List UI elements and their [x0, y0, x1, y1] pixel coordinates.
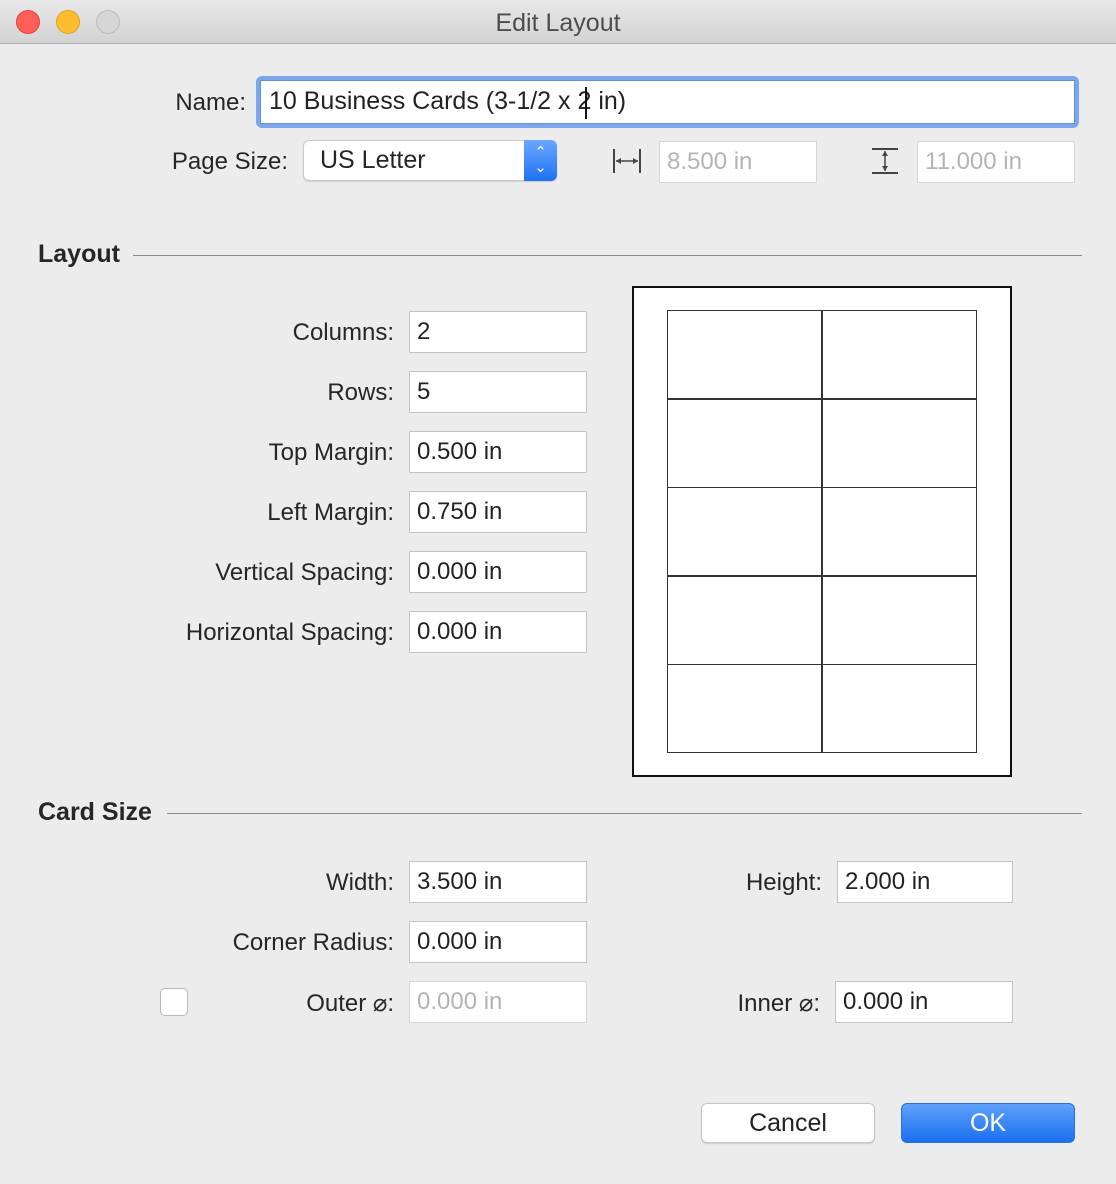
- preview-card: [667, 399, 822, 488]
- columns-input[interactable]: 2: [409, 311, 587, 353]
- outer-diameter-checkbox[interactable]: [160, 988, 188, 1016]
- card-size-section-title: Card Size: [38, 798, 152, 826]
- card-width-input[interactable]: 3.500 in: [409, 861, 587, 903]
- layout-section-divider: [133, 255, 1082, 256]
- updown-chevron-icon: ⌃ ⌄: [524, 140, 557, 181]
- vertical-dimension-icon: [872, 148, 898, 174]
- rows-label: Rows:: [327, 379, 394, 406]
- outer-diameter-input: 0.000 in: [409, 981, 587, 1023]
- card-height-input[interactable]: 2.000 in: [837, 861, 1013, 903]
- left-margin-input[interactable]: 0.750 in: [409, 491, 587, 533]
- height-label: Height:: [745, 869, 822, 896]
- name-input-value: 10 Business Cards (3-1/2 x 2 in): [269, 87, 627, 115]
- inner-diameter-label: Inner ⌀:: [737, 990, 821, 1017]
- rows-input[interactable]: 5: [409, 371, 587, 413]
- columns-label: Columns:: [292, 319, 394, 346]
- top-margin-label: Top Margin:: [268, 439, 394, 466]
- preview-card: [822, 664, 977, 753]
- outer-diameter-label: Outer ⌀:: [306, 990, 394, 1017]
- inner-diameter-input[interactable]: 0.000 in: [835, 981, 1013, 1023]
- cancel-button[interactable]: Cancel: [701, 1103, 875, 1143]
- corner-radius-input[interactable]: 0.000 in: [409, 921, 587, 963]
- layout-section-title: Layout: [38, 240, 120, 268]
- page-size-label: Page Size:: [171, 148, 288, 175]
- preview-card: [667, 310, 822, 399]
- preview-card: [822, 487, 977, 576]
- preview-card: [822, 576, 977, 665]
- page-height-input: 11.000 in: [917, 141, 1075, 183]
- page-size-value: US Letter: [320, 146, 426, 174]
- name-label: Name:: [175, 89, 246, 116]
- page-width-input: 8.500 in: [659, 141, 817, 183]
- preview-card: [822, 310, 977, 399]
- page-size-popup[interactable]: US Letter ⌃ ⌄: [303, 140, 557, 181]
- horizontal-spacing-label: Horizontal Spacing:: [185, 619, 394, 646]
- vertical-spacing-input[interactable]: 0.000 in: [409, 551, 587, 593]
- corner-radius-label: Corner Radius:: [232, 929, 394, 956]
- preview-card: [667, 664, 822, 753]
- width-label: Width:: [325, 869, 394, 896]
- name-input[interactable]: 10 Business Cards (3-1/2 x 2 in): [256, 76, 1079, 128]
- text-caret: [585, 87, 587, 119]
- top-margin-input[interactable]: 0.500 in: [409, 431, 587, 473]
- layout-preview: [632, 286, 1012, 777]
- preview-card: [822, 399, 977, 488]
- vertical-spacing-label: Vertical Spacing:: [215, 559, 394, 586]
- preview-card: [667, 576, 822, 665]
- ok-button[interactable]: OK: [901, 1103, 1075, 1143]
- horizontal-spacing-input[interactable]: 0.000 in: [409, 611, 587, 653]
- preview-card: [667, 487, 822, 576]
- window-title: Edit Layout: [495, 9, 621, 37]
- title-bar: Edit Layout: [0, 0, 1116, 44]
- left-margin-label: Left Margin:: [267, 499, 394, 526]
- horizontal-dimension-icon: [613, 149, 641, 173]
- card-size-section-divider: [167, 813, 1082, 814]
